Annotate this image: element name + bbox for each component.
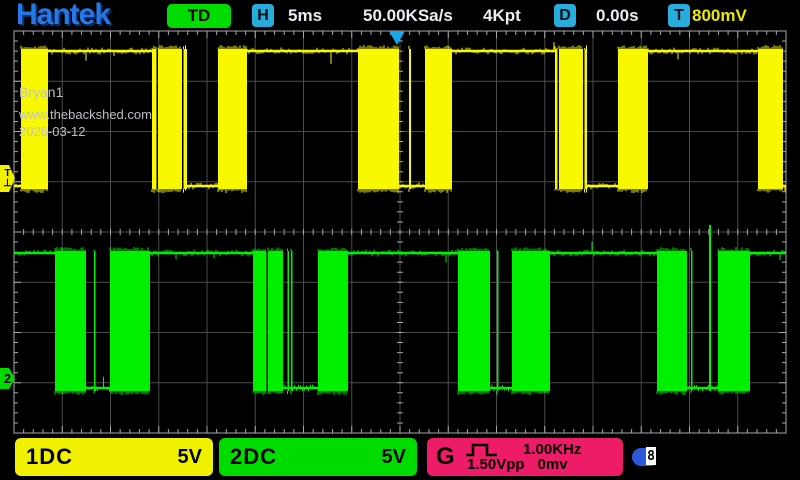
annotation-website: www.thebackshed.com xyxy=(19,107,152,122)
ch2-coupling-label: 2DC xyxy=(230,444,277,470)
ch1-status-box[interactable]: 1DC 5V xyxy=(15,438,213,476)
ch2-scale-value: 5V xyxy=(382,446,406,469)
annotation-date: 2026-03-12 xyxy=(19,124,86,139)
waveform-display xyxy=(0,0,800,480)
ch1-coupling-label: 1DC xyxy=(26,444,73,470)
usb-device-icon: 8 xyxy=(632,448,655,466)
generator-status-box[interactable]: G 1.00KHz 1.50Vpp 0mv xyxy=(427,438,623,476)
ch1-scale-value: 5V xyxy=(178,446,202,469)
generator-offset: 0mv xyxy=(538,456,568,473)
generator-amplitude: 1.50Vpp xyxy=(467,456,525,473)
oscilloscope-screen: Hantek TD H 5ms 50.00KSa/s 4Kpt D 0.00s … xyxy=(0,0,800,480)
trigger-level-glyph: T xyxy=(4,169,10,179)
annotation-username: Bryan1 xyxy=(19,84,63,100)
usb-device-digit: 8 xyxy=(646,447,656,465)
ch2-status-box[interactable]: 2DC 5V xyxy=(219,438,417,476)
ch1-ground-glyph: ⊥ xyxy=(3,179,12,189)
generator-label: G xyxy=(436,443,455,471)
ch2-marker-label: 2 xyxy=(4,371,11,386)
square-wave-icon xyxy=(465,443,503,457)
